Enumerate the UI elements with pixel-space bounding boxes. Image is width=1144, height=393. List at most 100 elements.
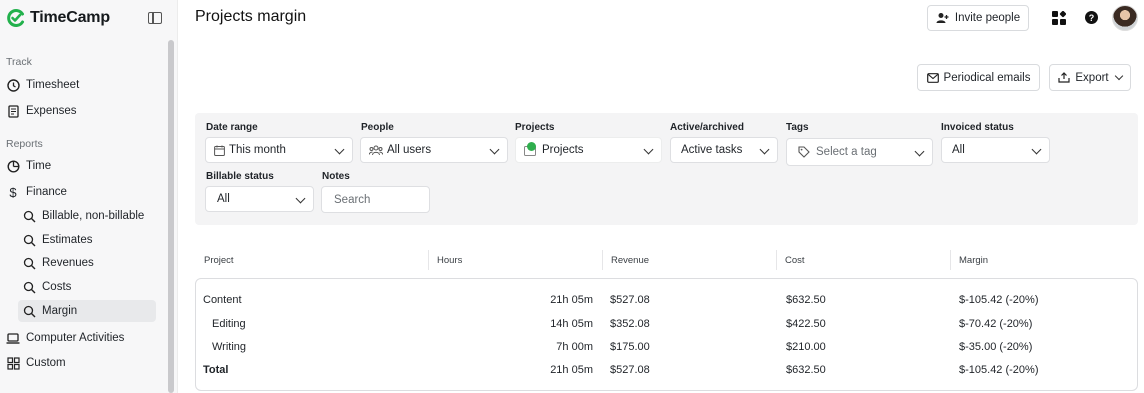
track-section-label: Track (6, 56, 32, 68)
date-range-select[interactable]: This month (205, 137, 353, 163)
revenue-cell: $175.00 (610, 341, 650, 353)
sidebar-item-label: Custom (26, 357, 66, 369)
billable-status-label: Billable status (206, 171, 274, 182)
sidebar-item-label: Estimates (42, 234, 93, 246)
chevron-down-icon (295, 193, 306, 204)
active-archived-label: Active/archived (670, 122, 744, 133)
sidebar-item-billable-non-billable[interactable]: Billable, non-billable (18, 205, 156, 227)
logo[interactable]: TimeCamp (6, 8, 110, 28)
project-cell: Total (203, 364, 229, 376)
people-label: People (361, 122, 394, 133)
dollar-icon: $ (9, 184, 17, 200)
margin-cell: $-70.42 (-20%) (959, 318, 1033, 330)
sidebar-item-expenses[interactable]: Expenses (4, 100, 77, 122)
sidebar: TimeCamp Track Timesheet Expenses Report… (0, 0, 178, 393)
column-divider (776, 250, 777, 270)
column-divider (428, 250, 429, 270)
cost-cell: $210.00 (786, 341, 826, 353)
sidebar-item-label: Computer Activities (26, 332, 125, 344)
invite-people-label: Invite people (954, 12, 1021, 24)
report-search-icon (22, 256, 36, 270)
clock-icon (6, 78, 20, 92)
billable-status-value: All (217, 193, 230, 205)
tags-placeholder: Select a tag (816, 146, 877, 158)
sidebar-item-label: Margin (42, 305, 78, 317)
revenue-cell: $527.08 (610, 294, 650, 306)
invite-people-button[interactable]: Invite people (927, 5, 1029, 31)
mail-icon (926, 72, 939, 83)
export-label: Export (1075, 71, 1109, 84)
column-divider (602, 250, 603, 270)
margin-cell: $-105.42 (-20%) (959, 364, 1039, 376)
projects-value: Projects (542, 144, 584, 156)
revenue-cell: $352.08 (610, 318, 650, 330)
sidebar-item-computer-activities[interactable]: Computer Activities (4, 327, 124, 349)
tags-label: Tags (786, 122, 809, 133)
column-header-margin[interactable]: Margin (959, 255, 988, 266)
chevron-down-icon (489, 144, 500, 155)
hours-cell: 7h 00m (556, 341, 593, 353)
projects-icon (524, 142, 538, 156)
laptop-icon (6, 331, 20, 345)
tags-select[interactable]: Select a tag (786, 138, 933, 166)
avatar[interactable] (1112, 5, 1138, 31)
sidebar-item-timesheet[interactable]: Timesheet (4, 74, 79, 96)
column-header-hours[interactable]: Hours (437, 255, 462, 266)
users-icon (369, 145, 383, 156)
revenue-cell: $527.08 (610, 364, 650, 376)
sidebar-item-label: Billable, non-billable (42, 210, 145, 222)
periodical-emails-button[interactable]: Periodical emails (917, 64, 1040, 91)
report-search-icon (22, 233, 36, 247)
export-button[interactable]: Export (1049, 64, 1131, 91)
date-range-value: This month (229, 144, 286, 156)
add-user-icon (936, 13, 949, 23)
hours-cell: 14h 05m (550, 318, 593, 330)
chevron-down-icon (643, 144, 654, 155)
export-icon (1058, 72, 1070, 83)
active-archived-select[interactable]: Active tasks (670, 137, 778, 163)
hours-cell: 21h 05m (550, 364, 593, 376)
column-header-cost[interactable]: Cost (785, 255, 805, 266)
column-divider (950, 250, 951, 270)
billable-status-select[interactable]: All (205, 186, 314, 212)
sidebar-collapse-icon[interactable] (148, 12, 162, 24)
apps-icon[interactable] (1052, 11, 1066, 25)
chevron-down-icon (759, 144, 770, 155)
column-header-revenue[interactable]: Revenue (611, 255, 649, 266)
sidebar-item-custom[interactable]: Custom (4, 352, 66, 374)
sidebar-item-label: Time (26, 160, 52, 172)
sidebar-item-finance[interactable]: $ Finance (4, 181, 67, 203)
notes-search-input[interactable]: Search (321, 186, 430, 213)
sidebar-item-label: Finance (26, 186, 67, 198)
page-title: Projects margin (195, 8, 307, 25)
chevron-down-icon (1114, 71, 1123, 81)
sidebar-item-revenues[interactable]: Revenues (18, 252, 156, 274)
sidebar-scrollbar[interactable] (168, 40, 174, 393)
green-status-icon (527, 142, 536, 151)
sidebar-item-margin[interactable]: Margin (18, 300, 156, 322)
help-icon[interactable]: ? (1085, 11, 1098, 24)
sidebar-item-label: Timesheet (26, 79, 80, 91)
sidebar-item-estimates[interactable]: Estimates (18, 229, 156, 251)
date-range-label: Date range (206, 122, 258, 133)
cost-cell: $422.50 (786, 318, 826, 330)
project-cell: Writing (212, 341, 247, 353)
projects-select[interactable]: Projects (515, 137, 662, 163)
project-cell: Editing (212, 318, 246, 330)
report-search-icon (22, 209, 36, 223)
margin-cell: $-105.42 (-20%) (959, 294, 1039, 306)
chevron-down-icon (334, 144, 345, 155)
margin-cell: $-35.00 (-20%) (959, 341, 1033, 353)
tag-icon (798, 146, 810, 158)
sidebar-item-costs[interactable]: Costs (18, 276, 156, 298)
cost-cell: $632.50 (786, 294, 826, 306)
people-value: All users (387, 144, 432, 156)
periodical-emails-label: Periodical emails (943, 71, 1031, 84)
invoiced-status-select[interactable]: All (941, 137, 1050, 163)
column-header-project[interactable]: Project (204, 255, 234, 266)
hours-cell: 21h 05m (550, 294, 593, 306)
pie-icon (6, 159, 20, 173)
people-select[interactable]: All users (360, 137, 508, 163)
sidebar-item-label: Revenues (42, 257, 94, 269)
sidebar-item-time[interactable]: Time (4, 155, 51, 177)
